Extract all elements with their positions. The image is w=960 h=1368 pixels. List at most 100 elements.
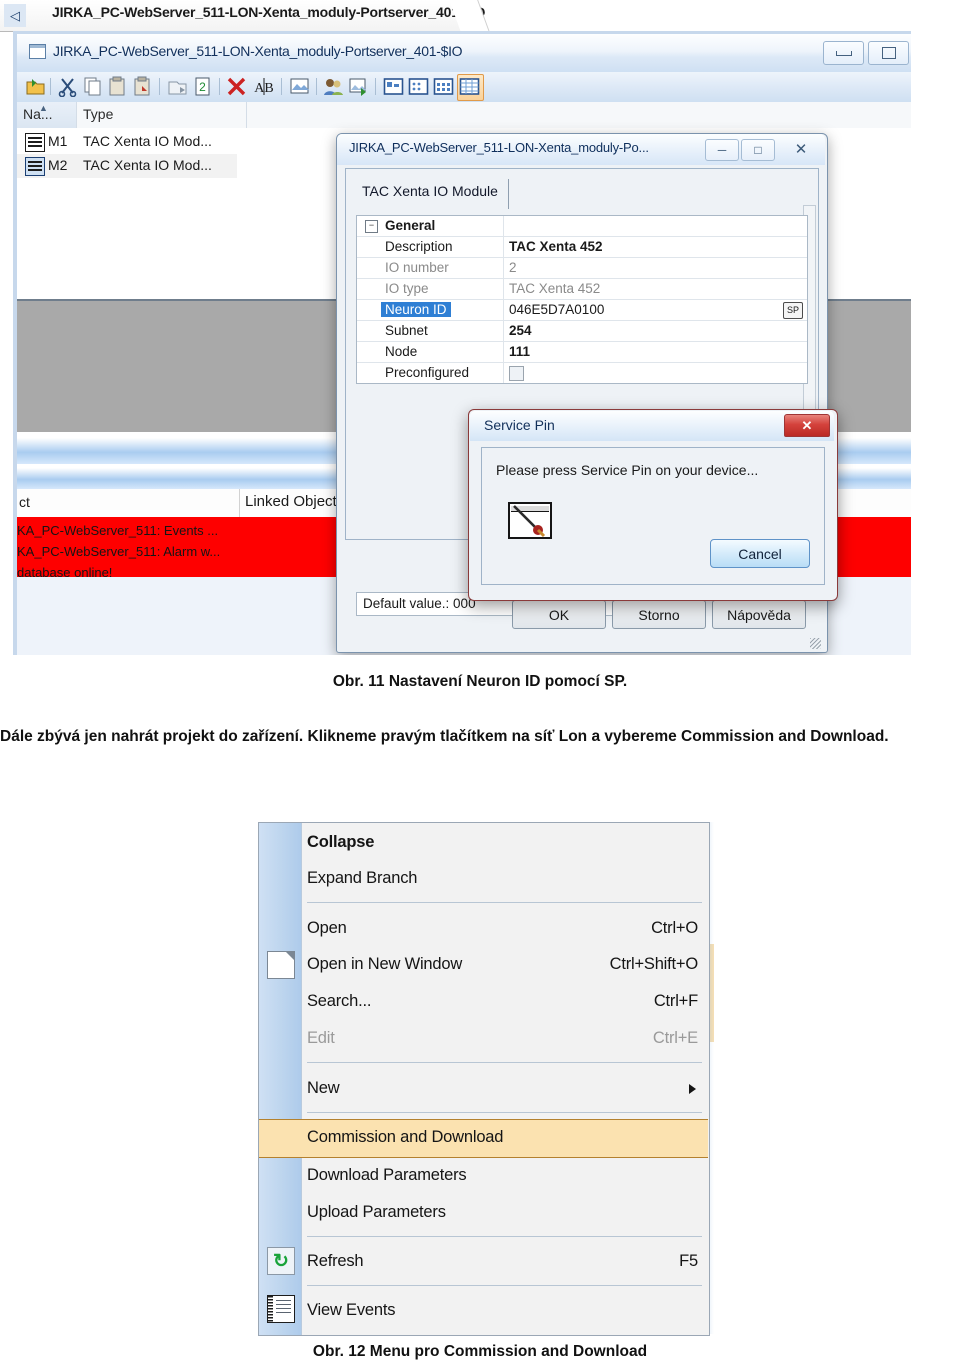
property-row-subnet[interactable]: Subnet 254	[357, 321, 807, 342]
property-row-node[interactable]: Node 111	[357, 342, 807, 363]
maximize-icon	[881, 47, 896, 59]
figure-2-caption: Obr. 12 Menu pro Commission and Download	[312, 1343, 648, 1360]
minimize-icon	[835, 50, 852, 56]
toolbar-separator	[316, 78, 317, 95]
service-pin-button[interactable]: SP	[783, 302, 803, 319]
list-grid-button[interactable]	[457, 74, 484, 101]
row-type: TAC Xenta IO Mod...	[83, 133, 212, 149]
list-small-icons-icon[interactable]	[383, 76, 404, 97]
menu-item-refresh[interactable]: Refresh F5	[301, 1244, 708, 1281]
service-pin-cancel-button[interactable]: Cancel	[710, 539, 810, 568]
property-row-io-type[interactable]: IO type TAC Xenta 452	[357, 279, 807, 300]
alarm-row[interactable]: KA_PC-WebServer_511: Alarm w...	[17, 544, 220, 559]
menu-item-upload-parameters[interactable]: Upload Parameters	[301, 1195, 708, 1232]
rename-icon[interactable]: AB	[254, 76, 275, 97]
menu-item-download-parameters[interactable]: Download Parameters	[301, 1158, 708, 1195]
menu-item-collapse[interactable]: Collapse	[301, 825, 708, 862]
list-details-icon[interactable]	[433, 76, 454, 97]
resize-grip-icon[interactable]	[810, 638, 821, 649]
property-group-general[interactable]: − General	[357, 216, 807, 237]
menu-item-label: Open	[307, 919, 347, 937]
property-value[interactable]: TAC Xenta 452	[509, 239, 603, 254]
users-icon[interactable]	[323, 76, 344, 97]
property-value[interactable]: 254	[509, 323, 532, 338]
ok-button[interactable]: OK	[512, 600, 606, 629]
menu-separator	[307, 1062, 702, 1063]
menu-item-accelerator: Ctrl+Shift+O	[609, 955, 699, 973]
column-header-type[interactable]: Type	[77, 102, 247, 128]
menu-separator	[307, 1285, 702, 1286]
tab-tac-xenta-io-module[interactable]: TAC Xenta IO Module	[354, 179, 509, 209]
copy-icon[interactable]	[82, 76, 103, 97]
pointer-icon	[512, 504, 546, 538]
paste-special-icon[interactable]	[132, 76, 153, 97]
document-tab-strip: ◁ JIRKA_PC-WebServer_511-LON-Xenta_modul…	[0, 0, 911, 32]
service-pin-message: Please press Service Pin on your device.…	[496, 462, 759, 478]
list-grid-icon	[459, 76, 480, 97]
menu-item-expand-branch[interactable]: Expand Branch	[301, 861, 708, 898]
nav-left-icon[interactable]: ◁	[4, 4, 26, 27]
property-label: Subnet	[385, 323, 428, 338]
column-header-blank[interactable]	[247, 102, 911, 128]
open-folder-icon[interactable]	[25, 76, 46, 97]
maximize-button[interactable]	[868, 41, 909, 65]
menu-item-open-in-new-window[interactable]: Open in New Window Ctrl+Shift+O	[301, 947, 708, 984]
menu-item-new[interactable]: New	[301, 1071, 708, 1108]
menu-item-label: Upload Parameters	[307, 1203, 446, 1221]
collapse-icon[interactable]: −	[365, 220, 378, 233]
help-button[interactable]: Nápověda	[712, 600, 806, 629]
menu-item-view-events[interactable]: View Events	[301, 1293, 708, 1330]
property-row-preconfigured[interactable]: Preconfigured	[357, 363, 807, 383]
menu-item-commission-and-download[interactable]: Commission and Download	[259, 1119, 708, 1158]
grid-split	[503, 216, 504, 236]
column-header-name[interactable]: Na... ▲	[17, 102, 77, 128]
property-row-description[interactable]: Description TAC Xenta 452	[357, 237, 807, 258]
menu-item-edit: Edit Ctrl+E	[301, 1021, 708, 1058]
menu-separator	[307, 902, 702, 903]
properties-icon[interactable]	[289, 76, 310, 97]
grid-split	[503, 363, 504, 383]
cancel-button[interactable]: Storno	[612, 600, 706, 629]
menu-item-accelerator: F5	[679, 1252, 698, 1270]
paste-icon[interactable]	[107, 76, 128, 97]
dialog-maximize-button[interactable]: □	[741, 139, 775, 161]
property-label: IO type	[385, 281, 429, 296]
menu-item-open[interactable]: Open Ctrl+O	[301, 911, 708, 948]
dialog-close-button[interactable]: ✕	[785, 139, 817, 159]
chevron-right-icon	[689, 1084, 696, 1094]
list-icon[interactable]	[408, 76, 429, 97]
network-icon[interactable]	[348, 76, 369, 97]
toolbar-separator	[219, 78, 220, 95]
document-tab[interactable]: ◁ JIRKA_PC-WebServer_511-LON-Xenta_modul…	[0, 0, 485, 32]
minimize-button[interactable]	[823, 41, 864, 65]
preconfigured-checkbox[interactable]	[509, 366, 524, 381]
close-button[interactable]: ✕	[784, 414, 830, 437]
grid-split	[503, 237, 504, 257]
dialog-minimize-button[interactable]: ─	[705, 139, 739, 161]
alarm-row[interactable]: database online!	[17, 565, 112, 580]
duplicate-icon[interactable]: 2	[192, 76, 213, 97]
menu-separator	[307, 1112, 702, 1113]
cut-icon[interactable]	[57, 76, 78, 98]
property-value[interactable]: 111	[509, 344, 530, 359]
property-row-io-number[interactable]: IO number 2	[357, 258, 807, 279]
delete-icon[interactable]	[226, 76, 247, 97]
shortcut-icon[interactable]	[167, 76, 188, 97]
menu-item-label: Download Parameters	[307, 1166, 467, 1184]
row-name: M2	[48, 157, 68, 173]
service-pin-title-bar[interactable]: Service Pin ✕	[470, 411, 834, 441]
property-value[interactable]: 046E5D7A0100	[509, 302, 604, 317]
table-row[interactable]: M2 TAC Xenta IO Mod...	[17, 154, 237, 178]
mdi-toolbar: 2 AB	[17, 72, 911, 103]
mdi-title-bar[interactable]: JIRKA_PC-WebServer_511-LON-Xenta_moduly-…	[17, 34, 911, 72]
properties-dialog-title-bar[interactable]: JIRKA_PC-WebServer_511-LON-Xenta_moduly-…	[337, 134, 825, 165]
menu-item-search[interactable]: Search... Ctrl+F	[301, 984, 708, 1021]
menu-item-label: Edit	[307, 1029, 335, 1047]
document-tab-title: JIRKA_PC-WebServer_511-LON-Xenta_moduly-…	[52, 4, 486, 20]
context-menu: Collapse Expand Branch Open Ctrl+O Open …	[258, 822, 710, 1336]
alarm-row[interactable]: KA_PC-WebServer_511: Events ...	[17, 523, 218, 538]
property-row-neuron-id[interactable]: Neuron ID 046E5D7A0100 SP	[357, 300, 807, 321]
toolbar-separator	[375, 78, 376, 95]
figure-tac-vista-screenshot: ◁ JIRKA_PC-WebServer_511-LON-Xenta_modul…	[0, 0, 911, 655]
figure-context-menu-screenshot: Collapse Expand Branch Open Ctrl+O Open …	[258, 822, 714, 1336]
